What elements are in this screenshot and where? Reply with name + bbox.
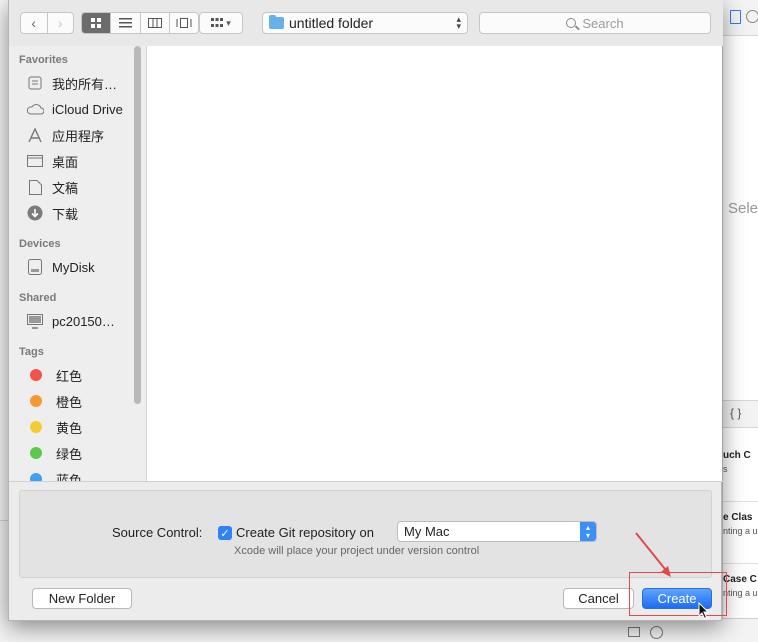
file-inspector-icon[interactable]: [730, 10, 741, 24]
devices-header: Devices: [19, 238, 61, 250]
cover-flow-icon: [176, 18, 192, 28]
utilities-panel: Sele { } uch Cs e Clas nting a u Case Cnt…: [722, 0, 758, 642]
downloads-icon: [26, 205, 44, 221]
search-field[interactable]: Search: [479, 12, 711, 34]
applications-icon: [26, 127, 44, 143]
mouse-cursor-icon: [698, 602, 710, 620]
cloud-icon: [26, 101, 44, 117]
filter-icon[interactable]: [650, 626, 663, 639]
sidebar-item-tag-red[interactable]: 红色: [26, 364, 82, 386]
sidebar-item-tag-orange[interactable]: 橙色: [26, 390, 82, 412]
folder-icon: [269, 15, 284, 29]
sidebar-scrollbar[interactable]: [134, 46, 141, 404]
options-panel: Source Control: ✓ Create Git repository …: [19, 490, 712, 578]
tag-dot-icon: [30, 395, 42, 407]
sidebar-item-tag-blue[interactable]: 蓝色: [26, 468, 82, 481]
disk-icon: [26, 259, 44, 275]
search-placeholder: Search: [582, 15, 624, 31]
file-browser[interactable]: [146, 46, 722, 481]
tag-dot-icon: [30, 447, 42, 459]
favorites-header: Favorites: [19, 54, 68, 66]
search-icon: [566, 18, 577, 28]
chevron-right-icon[interactable]: ›: [46, 13, 74, 33]
chevron-down-icon: ▾: [226, 17, 231, 28]
icon-grid-icon: [90, 17, 101, 28]
no-selection-text: Sele: [728, 200, 758, 217]
computer-icon: [26, 313, 44, 329]
finder-sidebar: Favorites 我的所有… iCloud Drive 应用程序 桌面 文稿 …: [9, 46, 145, 481]
arrange-button[interactable]: ▾: [199, 12, 243, 34]
git-target-select[interactable]: My Mac ▴ ▾: [397, 521, 597, 542]
list-icon: [118, 18, 132, 28]
list-view-button[interactable]: [110, 13, 139, 33]
save-dialog: ‹ › ▾ untitled folder ▴ ▾ Search Favorit…: [8, 0, 723, 621]
grid-view-icon[interactable]: [628, 627, 640, 637]
sidebar-item-tag-green[interactable]: 绿色: [26, 442, 82, 464]
sidebar-item-tag-yellow[interactable]: 黄色: [26, 416, 82, 438]
template-item[interactable]: uch Cs: [723, 440, 758, 502]
dialog-toolbar: ‹ › ▾ untitled folder ▴ ▾ Search: [9, 0, 723, 46]
tag-dot-icon: [30, 369, 42, 381]
template-item[interactable]: e Clas nting a u: [723, 502, 758, 564]
column-view-button[interactable]: [139, 13, 169, 33]
columns-icon: [147, 18, 162, 28]
git-checkbox[interactable]: ✓: [218, 526, 232, 540]
navigation-buttons: ‹ ›: [20, 12, 74, 34]
divider: [9, 481, 723, 482]
code-snippet-icon[interactable]: { }: [730, 406, 741, 420]
sidebar-item-icloud[interactable]: iCloud Drive: [26, 98, 123, 120]
tag-dot-icon: [30, 421, 42, 433]
annotation-arrow-icon: [635, 532, 671, 577]
sidebar-item-pc[interactable]: pc20150…: [26, 310, 115, 332]
tag-dot-icon: [30, 473, 42, 481]
source-control-hint: Xcode will place your project under vers…: [234, 545, 480, 557]
tags-header: Tags: [19, 346, 44, 358]
sidebar-item-all-files[interactable]: 我的所有…: [26, 72, 117, 94]
git-checkbox-label[interactable]: Create Git repository on: [236, 525, 374, 540]
cover-flow-view-button[interactable]: [168, 13, 198, 33]
all-files-icon: [26, 75, 44, 91]
source-control-label: Source Control:: [112, 525, 203, 540]
location-popup[interactable]: untitled folder ▴ ▾: [262, 12, 468, 34]
updown-chevron-icon: ▴ ▾: [580, 522, 596, 541]
new-folder-button[interactable]: New Folder: [32, 588, 132, 609]
desktop-icon: [26, 153, 44, 169]
quick-help-icon[interactable]: [746, 10, 758, 23]
sidebar-item-mydisk[interactable]: MyDisk: [26, 256, 95, 278]
cancel-button[interactable]: Cancel: [563, 588, 634, 609]
chevron-left-icon[interactable]: ‹: [21, 13, 47, 33]
location-label: untitled folder: [289, 15, 374, 31]
view-mode-selector: [81, 12, 199, 34]
template-item[interactable]: Case Cnting a u: [723, 564, 758, 626]
sidebar-item-desktop[interactable]: 桌面: [26, 150, 78, 172]
sidebar-item-documents[interactable]: 文稿: [26, 176, 78, 198]
shared-header: Shared: [19, 292, 57, 304]
updown-chevron-icon: ▴ ▾: [456, 14, 461, 31]
sidebar-item-downloads[interactable]: 下载: [26, 202, 78, 224]
icon-view-button[interactable]: [82, 13, 111, 33]
sidebar-item-applications[interactable]: 应用程序: [26, 124, 104, 146]
arrange-grid-icon: [211, 18, 224, 27]
documents-icon: [26, 179, 44, 195]
